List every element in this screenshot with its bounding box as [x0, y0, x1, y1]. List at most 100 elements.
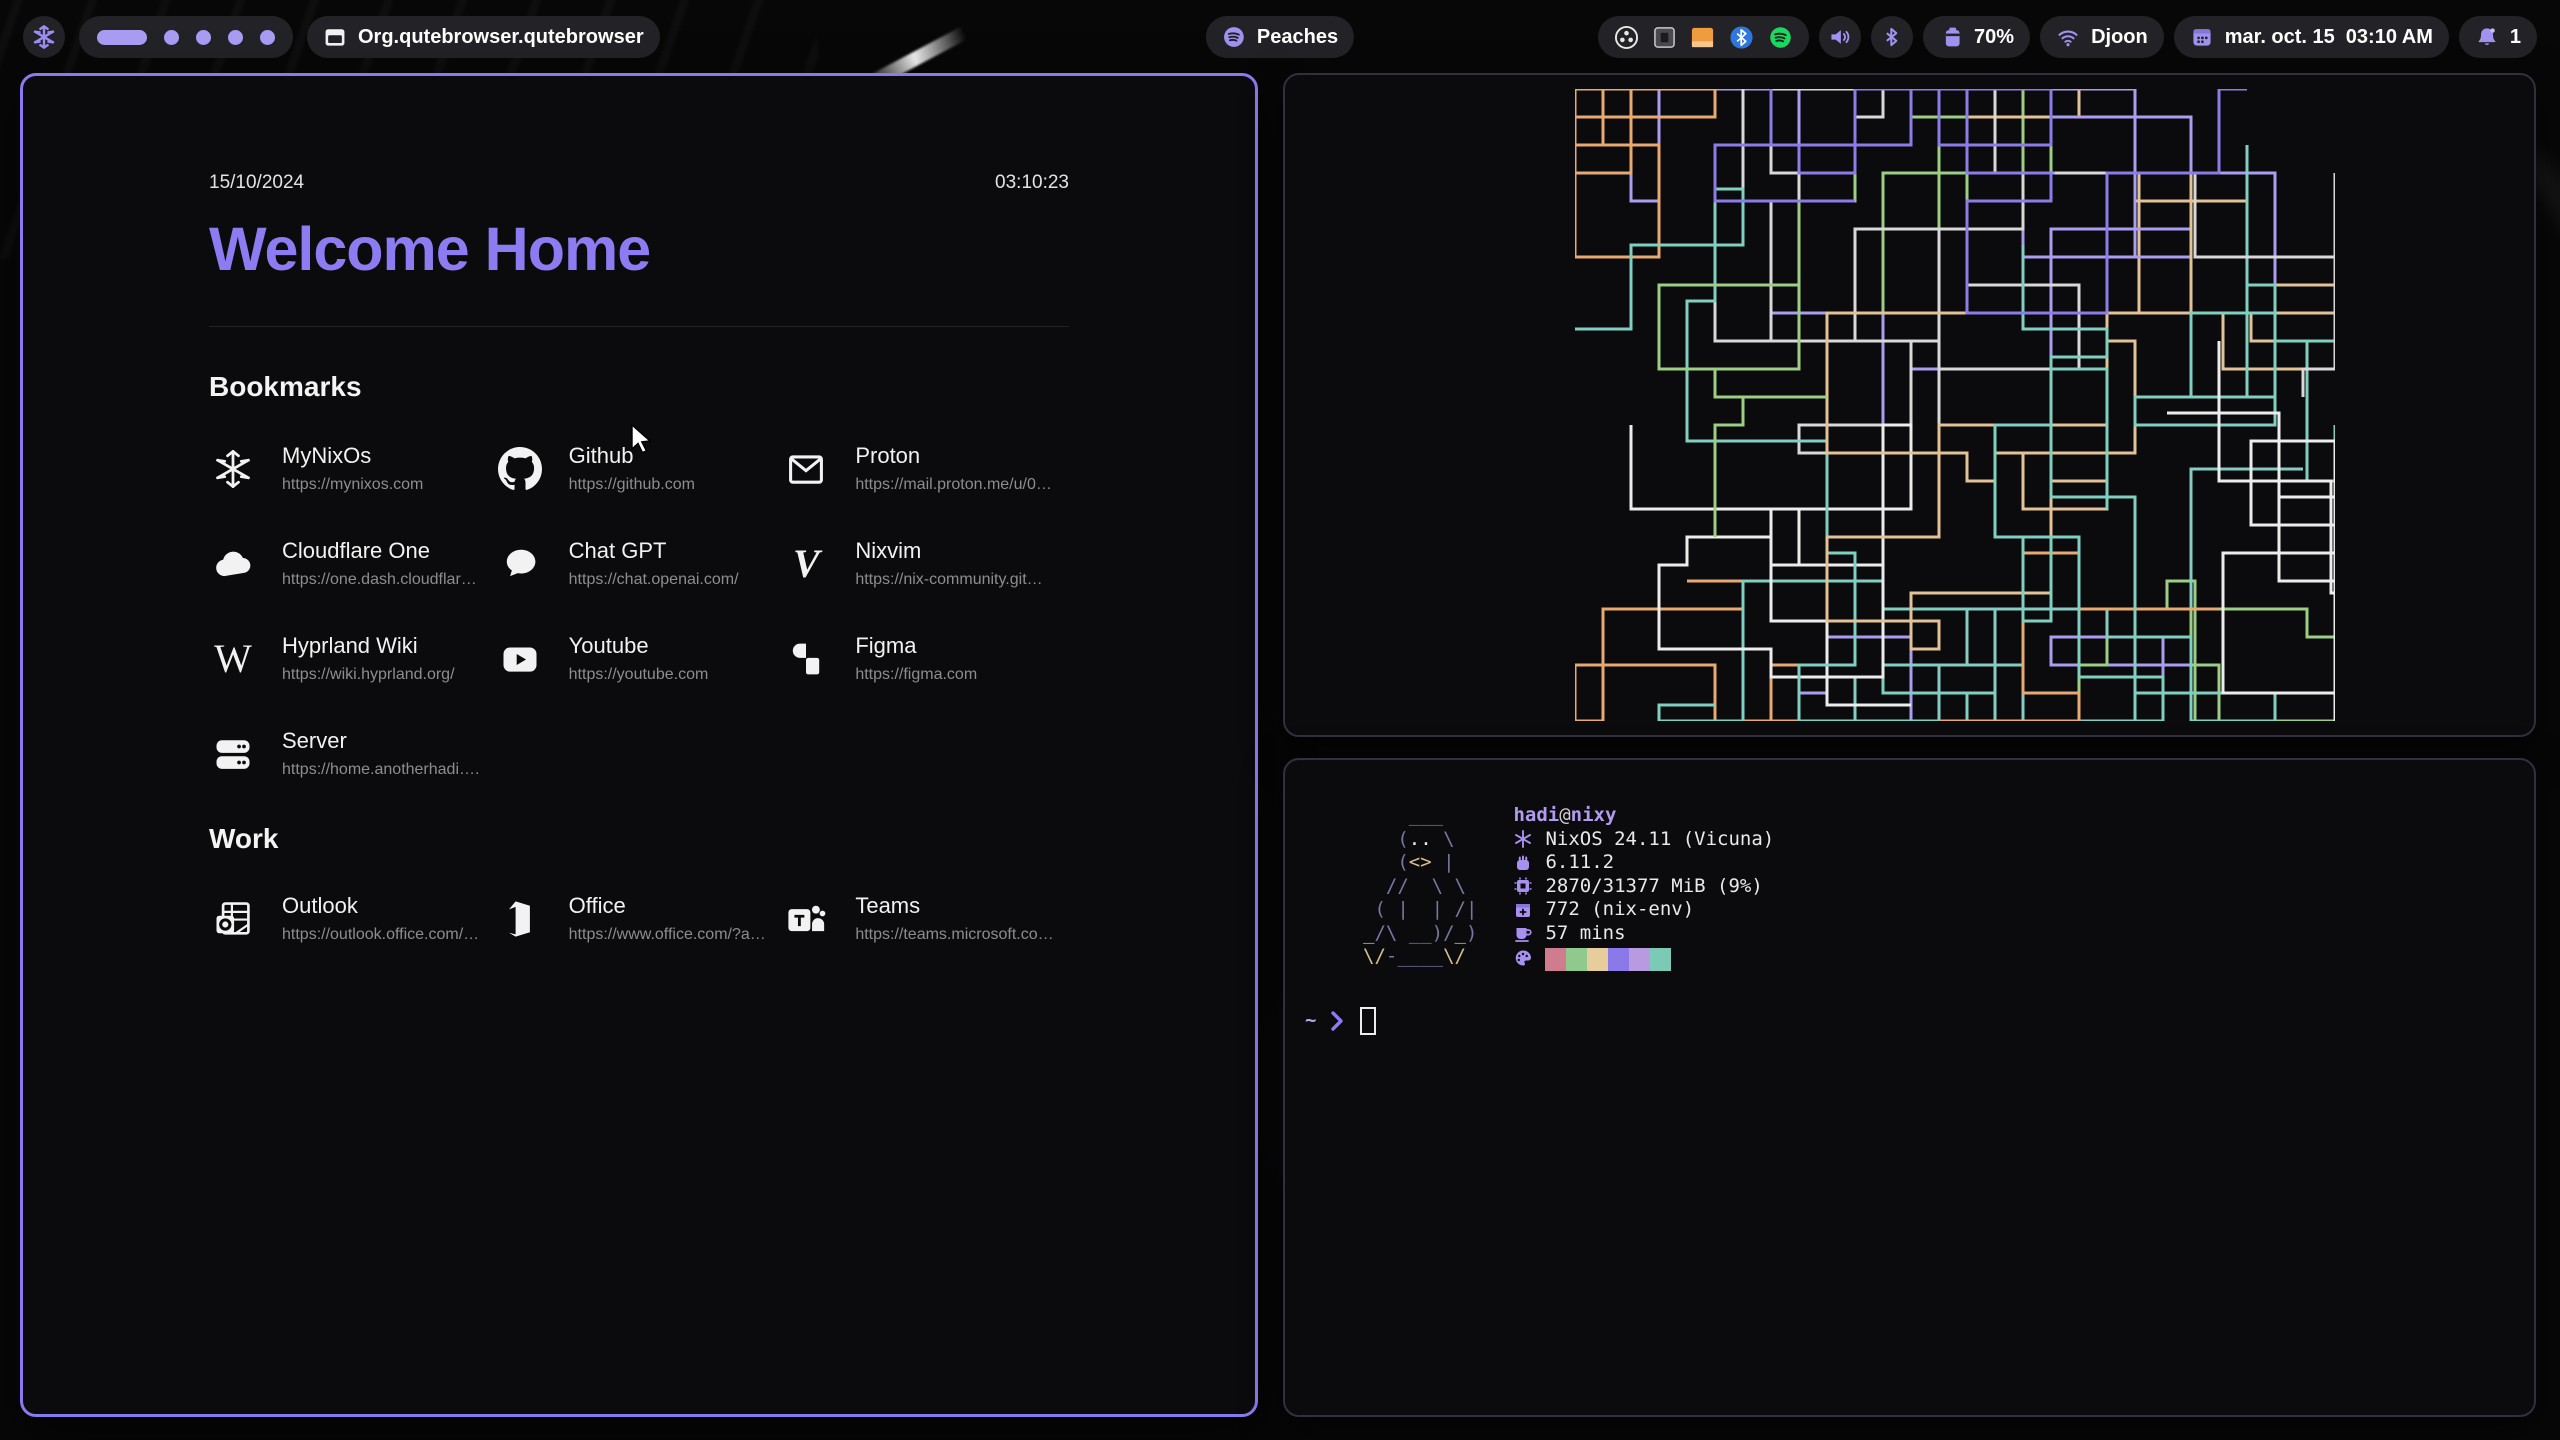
bookmark-nixvim[interactable]: V Nixvim https://nix-community.git… — [782, 538, 1069, 589]
terminal-color-palette — [1545, 948, 1671, 971]
now-playing-title: Peaches — [1257, 26, 1338, 49]
work-heading: Work — [209, 823, 1069, 855]
bookmark-chatgpt[interactable]: Chat GPT https://chat.openai.com/ — [496, 538, 783, 589]
workspace-dot[interactable] — [228, 30, 243, 45]
bookmark-hyprland-wiki[interactable]: W Hyprland Wiki https://wiki.hyprland.or… — [209, 633, 496, 684]
keepassxc-tray-icon[interactable] — [1653, 26, 1676, 49]
clock-time: 03:10 AM — [2346, 26, 2433, 49]
fetch-user: hadi — [1513, 804, 1559, 826]
bookmark-title: Chat GPT — [569, 538, 667, 563]
bookmark-teams[interactable]: Teams https://teams.microsoft.co… — [782, 893, 1069, 944]
bookmark-url: https://github.com — [569, 476, 695, 494]
notifications-chip[interactable]: 1 — [2459, 16, 2537, 58]
fetch-info-row: NixOS 24.11 (Vicuna) — [1513, 828, 1774, 852]
divider — [209, 326, 1069, 327]
terminal-cursor — [1360, 1007, 1376, 1035]
terminal-window[interactable]: ___ (.. \ (<> | // \ \ ( | | /|_/\ __)/_… — [1283, 758, 2536, 1417]
palette-swatch — [1566, 948, 1587, 971]
workspace-dot[interactable] — [164, 30, 179, 45]
fetch-info-row: 57 mins — [1513, 922, 1774, 946]
bookmark-title: Github — [569, 443, 634, 468]
pipes-terminal-window — [1283, 73, 2536, 737]
battery-chip[interactable]: 70% — [1923, 16, 2030, 58]
obs-tray-icon[interactable] — [1614, 25, 1639, 50]
youtube-icon — [496, 635, 544, 683]
bookmarks-grid: MyNixOs https://mynixos.com Github https… — [209, 443, 1069, 779]
bookmark-proton[interactable]: Proton https://mail.proton.me/u/0… — [782, 443, 1069, 494]
figma-icon — [782, 635, 830, 683]
startpage-date: 15/10/2024 — [209, 172, 304, 194]
fetch-at: @ — [1559, 804, 1570, 826]
pipes-screensaver-art — [1575, 89, 2335, 721]
bluetooth-tray-icon[interactable] — [1729, 25, 1754, 50]
bookmark-url: https://one.dash.cloudflar… — [282, 571, 477, 589]
startpage-time: 03:10:23 — [995, 172, 1069, 194]
workspace-dot[interactable] — [260, 30, 275, 45]
bell-icon — [2475, 25, 2499, 49]
server-icon — [209, 730, 257, 778]
cloud-icon — [209, 540, 257, 588]
active-window-title-chip[interactable]: Org.qutebrowser.qutebrowser — [307, 16, 660, 58]
bookmarks-heading: Bookmarks — [209, 371, 1069, 403]
bluetooth-chip[interactable] — [1871, 16, 1913, 58]
spotify-tray-icon[interactable] — [1768, 25, 1793, 50]
shell-prompt[interactable]: ~ — [1305, 1007, 2514, 1035]
wifi-ssid: Djoon — [2091, 26, 2148, 49]
prompt-chevron-icon — [1330, 1010, 1344, 1032]
clock-chip[interactable]: mar. oct. 15 03:10 AM — [2174, 16, 2449, 58]
fastfetch-output: ___ (.. \ (<> | // \ \ ( | | /|_/\ __)/_… — [1363, 804, 2514, 971]
github-icon — [496, 445, 544, 493]
colors-icon — [1513, 948, 1533, 968]
uptime-icon — [1513, 923, 1533, 943]
bookmark-url: https://mail.proton.me/u/0… — [855, 476, 1052, 494]
files-tray-icon[interactable] — [1690, 25, 1715, 50]
system-tray[interactable] — [1598, 16, 1809, 58]
wifi-chip[interactable]: Djoon — [2040, 16, 2164, 58]
speaker-icon — [1828, 25, 1852, 49]
nixos-launcher-button[interactable] — [23, 16, 65, 58]
wikipedia-w-icon: W — [209, 635, 257, 683]
bookmark-title: Nixvim — [855, 538, 921, 563]
volume-chip[interactable] — [1819, 16, 1861, 58]
fetch-info-row: 2870/31377 MiB (9%) — [1513, 875, 1774, 899]
memory-icon — [1513, 876, 1533, 896]
office-icon — [496, 895, 544, 943]
spotify-icon — [1222, 25, 1246, 49]
os-icon — [1513, 829, 1533, 849]
teams-icon — [782, 895, 830, 943]
bookmark-office[interactable]: Office https://www.office.com/?a… — [496, 893, 783, 944]
qutebrowser-window: 15/10/2024 03:10:23 Welcome Home Bookmar… — [20, 73, 1258, 1417]
workspaces-indicator[interactable] — [79, 16, 293, 58]
workspace-dot[interactable] — [196, 30, 211, 45]
top-bar: Org.qutebrowser.qutebrowser Peaches — [23, 16, 2537, 60]
wifi-icon — [2056, 25, 2080, 49]
bookmark-url: https://mynixos.com — [282, 476, 423, 494]
bookmark-url: https://wiki.hyprland.org/ — [282, 666, 455, 684]
bookmark-mynixos[interactable]: MyNixOs https://mynixos.com — [209, 443, 496, 494]
bookmark-url: https://youtube.com — [569, 666, 709, 684]
now-playing-chip[interactable]: Peaches — [1206, 16, 1354, 58]
bookmark-url: https://figma.com — [855, 666, 977, 684]
prompt-cwd: ~ — [1305, 1009, 1316, 1033]
bookmark-cloudflare-one[interactable]: Cloudflare One https://one.dash.cloudfla… — [209, 538, 496, 589]
workspace-active[interactable] — [97, 30, 147, 45]
kernel-icon — [1513, 853, 1533, 873]
bookmark-figma[interactable]: Figma https://figma.com — [782, 633, 1069, 684]
bookmark-title: MyNixOs — [282, 443, 371, 468]
bookmark-outlook[interactable]: Outlook https://outlook.office.com/… — [209, 893, 496, 944]
bookmark-url: https://outlook.office.com/… — [282, 926, 479, 944]
ascii-art-logo: ___ (.. \ (<> | // \ \ ( | | /|_/\ __)/_… — [1363, 804, 1477, 971]
window-title: Org.qutebrowser.qutebrowser — [358, 26, 644, 49]
nix-snowflake-icon — [209, 445, 257, 493]
mail-icon — [782, 445, 830, 493]
bookmark-youtube[interactable]: Youtube https://youtube.com — [496, 633, 783, 684]
bookmark-server[interactable]: Server https://home.anotherhadi…. — [209, 728, 496, 779]
bookmark-title: Proton — [855, 443, 920, 468]
bluetooth-icon — [1880, 25, 1904, 49]
bookmark-url: https://nix-community.git… — [855, 571, 1042, 589]
notification-count: 1 — [2510, 26, 2521, 49]
packages-icon — [1513, 900, 1533, 920]
fetch-host: nixy — [1571, 804, 1617, 826]
work-grid: Outlook https://outlook.office.com/… Off… — [209, 893, 1069, 944]
palette-swatch — [1545, 948, 1566, 971]
